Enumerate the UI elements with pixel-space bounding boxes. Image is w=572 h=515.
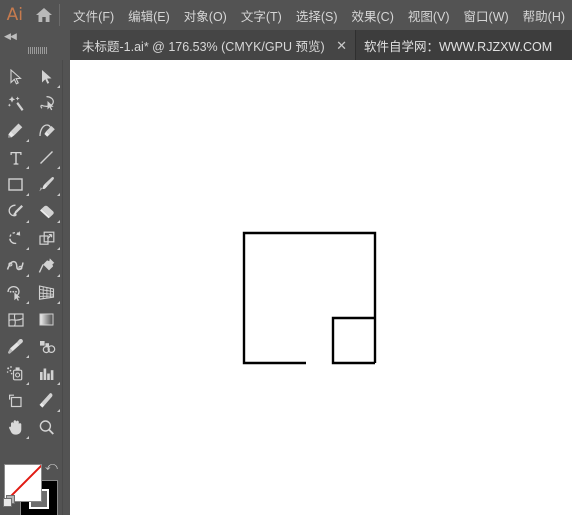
tool-group-indicator xyxy=(26,247,29,250)
tool-paintbrush[interactable] xyxy=(31,171,62,198)
artwork-layer xyxy=(242,231,377,365)
fill-stroke-controls: ⤺ xyxy=(0,458,62,515)
tool-selection[interactable] xyxy=(0,63,31,90)
ai-logo: Ai xyxy=(6,5,23,25)
toolbar-header: ◀◀ xyxy=(0,30,70,60)
tool-group-indicator xyxy=(57,382,60,385)
tool-line-segment[interactable] xyxy=(31,144,62,171)
tool-slice[interactable] xyxy=(31,387,62,414)
menu-view[interactable]: 视图(V) xyxy=(401,0,457,30)
tool-group-indicator xyxy=(57,274,60,277)
tool-group-indicator xyxy=(26,436,29,439)
toolbar-right-edge xyxy=(62,60,70,515)
menu-object[interactable]: 对象(O) xyxy=(177,0,234,30)
tool-pen[interactable] xyxy=(0,117,31,144)
tools-panel: ⤺ xyxy=(0,60,62,515)
tool-artboard[interactable] xyxy=(0,387,31,414)
artboard-canvas[interactable] xyxy=(70,60,572,515)
tool-column-graph[interactable] xyxy=(31,360,62,387)
watermark-text: 软件自学网：WWW.RJZXW.COM xyxy=(364,39,553,54)
tool-eyedropper[interactable] xyxy=(0,333,31,360)
tool-group-indicator xyxy=(26,193,29,196)
tool-group-indicator xyxy=(57,220,60,223)
menu-bar: Ai 文件(F) 编辑(E) 对象(O) 文字(T) 选择(S) 效果(C) 视… xyxy=(0,0,572,30)
menu-separator xyxy=(59,4,61,26)
menu-window[interactable]: 窗口(W) xyxy=(457,0,516,30)
tool-group-indicator xyxy=(57,409,60,412)
large-rectangle-open-path[interactable] xyxy=(242,231,377,365)
tool-group-indicator xyxy=(26,274,29,277)
tool-mesh[interactable] xyxy=(0,306,31,333)
tool-group-indicator xyxy=(26,220,29,223)
illustrator-window: Ai 文件(F) 编辑(E) 对象(O) 文字(T) 选择(S) 效果(C) 视… xyxy=(0,0,572,515)
tool-hand[interactable] xyxy=(0,414,31,441)
tool-eraser[interactable] xyxy=(31,198,62,225)
tool-type[interactable] xyxy=(0,144,31,171)
default-fill-box xyxy=(3,498,12,507)
tool-free-transform[interactable] xyxy=(31,252,62,279)
menu-edit[interactable]: 编辑(E) xyxy=(121,0,177,30)
document-tab-bar: ◀◀ 未标题-1.ai* @ 176.53% (CMYK/GPU 预览) ✕ 软… xyxy=(0,30,572,60)
tool-shaper[interactable] xyxy=(0,198,31,225)
tool-perspective-grid[interactable] xyxy=(31,279,62,306)
tool-shape-builder[interactable] xyxy=(0,279,31,306)
tool-group-indicator xyxy=(26,139,29,142)
document-tab-title: 未标题-1.ai* @ 176.53% (CMYK/GPU 预览) xyxy=(82,39,325,54)
small-rectangle[interactable] xyxy=(331,316,375,365)
tool-lasso[interactable] xyxy=(31,90,62,117)
tool-group-indicator xyxy=(26,382,29,385)
toolbar-drag-handle[interactable] xyxy=(28,47,48,54)
home-icon[interactable] xyxy=(30,0,60,30)
tool-symbol-sprayer[interactable] xyxy=(0,360,31,387)
tool-direct-selection[interactable] xyxy=(31,63,62,90)
menu-file[interactable]: 文件(F) xyxy=(66,0,121,30)
tool-magic-wand[interactable] xyxy=(0,90,31,117)
default-fill-stroke-icon[interactable] xyxy=(3,495,16,508)
document-tab[interactable]: 未标题-1.ai* @ 176.53% (CMYK/GPU 预览) ✕ xyxy=(70,30,356,60)
tool-group-indicator xyxy=(57,166,60,169)
tool-gradient[interactable] xyxy=(31,306,62,333)
tool-group-indicator xyxy=(57,193,60,196)
tool-group-indicator xyxy=(57,85,60,88)
tool-group-indicator xyxy=(26,355,29,358)
menu-effect[interactable]: 效果(C) xyxy=(345,0,401,30)
tool-group-indicator xyxy=(57,301,60,304)
tool-blend[interactable] xyxy=(31,333,62,360)
tool-group-indicator xyxy=(57,247,60,250)
tool-scale[interactable] xyxy=(31,225,62,252)
tool-group-indicator xyxy=(26,301,29,304)
menu-select[interactable]: 选择(S) xyxy=(289,0,345,30)
panel-collapse-icon[interactable]: ◀◀ xyxy=(4,32,17,41)
tool-grid xyxy=(0,63,62,441)
tool-rectangle[interactable] xyxy=(0,171,31,198)
tool-zoom[interactable] xyxy=(31,414,62,441)
menu-help[interactable]: 帮助(H) xyxy=(516,0,572,30)
tool-group-indicator xyxy=(26,166,29,169)
tool-curvature[interactable] xyxy=(31,117,62,144)
menu-type[interactable]: 文字(T) xyxy=(234,0,289,30)
close-icon[interactable]: ✕ xyxy=(335,39,349,52)
tool-width[interactable] xyxy=(0,252,31,279)
tool-rotate[interactable] xyxy=(0,225,31,252)
swap-fill-stroke-icon[interactable]: ⤺ xyxy=(45,460,58,472)
